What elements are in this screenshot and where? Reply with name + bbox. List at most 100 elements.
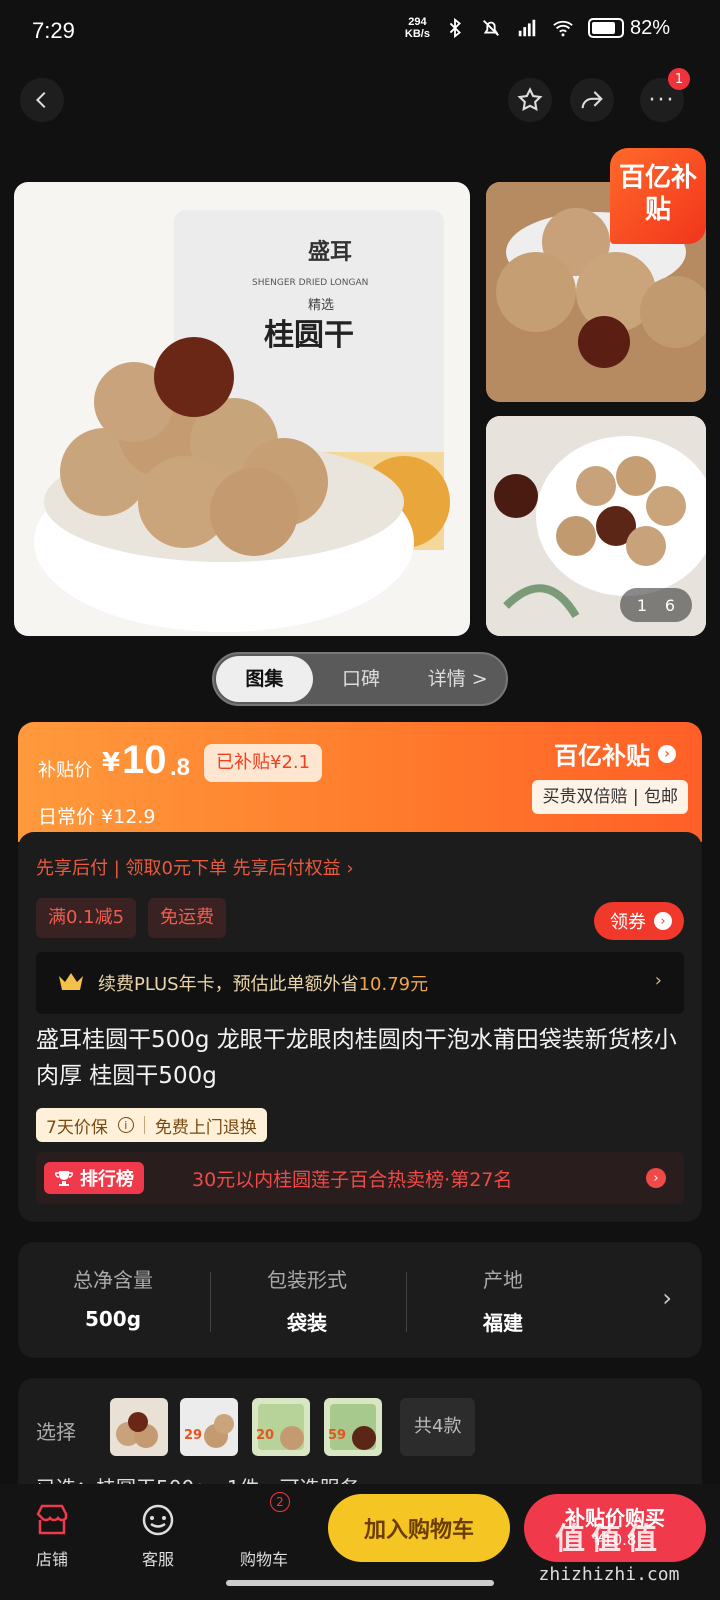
variant-select-card[interactable]: 选择 29 20 59 共4款 已选：桂圆干500g，1件，可选服务 xyxy=(18,1378,702,1498)
ranking-text: 30元以内桂圆莲子百合热卖榜·第27名 xyxy=(192,1169,513,1191)
spec-name: 包装形式 xyxy=(267,1268,347,1292)
double-pay-guarantee[interactable]: 买贵双倍赔 | 包邮 xyxy=(532,780,688,814)
watermark-logo: 值值值 xyxy=(555,1522,663,1557)
home-indicator[interactable] xyxy=(226,1580,494,1586)
tab-reviews[interactable]: 口碑 xyxy=(313,656,410,702)
spec-card[interactable]: 总净含量 500g 包装形式 袋装 产地 福建 › xyxy=(18,1242,702,1358)
net-speed: 294 KB/s xyxy=(405,16,430,40)
coupon-label: 领券 xyxy=(610,912,646,933)
price-banner: 补贴价 ¥ 10 .8 已补贴¥2.1 日常价 ¥12.9 百亿补贴 › 买贵双… xyxy=(18,722,702,842)
mute-icon xyxy=(482,20,499,36)
chevron-right-icon: › xyxy=(658,744,676,763)
share-button[interactable] xyxy=(570,78,614,122)
price-protection-tag: 7天价保 xyxy=(46,1117,108,1138)
main-product-image[interactable]: 桂圆干 盛耳 精选 SHENGER DRIED LONGAN xyxy=(14,182,470,636)
gallery-thumb-2[interactable]: 1 6 xyxy=(486,416,706,636)
customer-service-icon xyxy=(122,1500,194,1540)
tab-details[interactable]: 详情 > xyxy=(409,656,506,702)
page-current: 1 xyxy=(636,595,648,615)
price-integer: 10 xyxy=(122,738,167,782)
subsidy-program-logo: 百亿补贴 xyxy=(554,742,650,770)
plus-amount: 10.79元 xyxy=(358,974,429,995)
chevron-right-icon: › xyxy=(646,1168,666,1188)
trophy-icon xyxy=(55,1171,73,1186)
page-total: 6 xyxy=(664,595,676,615)
guarantee-tags[interactable]: 7天价保 i 免费上门退换 xyxy=(36,1108,267,1142)
ranking-tag: 排行榜 xyxy=(44,1162,144,1194)
crown-icon xyxy=(59,973,83,990)
favorite-button[interactable] xyxy=(508,78,552,122)
longan-thumb-image xyxy=(116,1412,158,1448)
chevron-right-icon: › xyxy=(654,912,672,930)
longan-package-image xyxy=(34,210,450,632)
store-button[interactable]: 店铺 xyxy=(16,1500,88,1570)
cart-button[interactable]: 2 购物车 xyxy=(228,1492,300,1570)
bluetooth-icon xyxy=(449,17,461,39)
ranking-tag-label: 排行榜 xyxy=(80,1169,134,1190)
cart-badge: 2 xyxy=(270,1492,290,1512)
share-icon xyxy=(581,91,603,109)
battery-percent: 82% xyxy=(629,16,670,39)
divider xyxy=(210,1272,211,1332)
package-en-text: SHENGER DRIED LONGAN xyxy=(252,278,369,288)
battery-fill xyxy=(591,22,615,34)
back-button[interactable] xyxy=(20,78,64,122)
package-title: 桂圆干 xyxy=(264,318,354,353)
subsidy-program-link[interactable]: 百亿补贴 › xyxy=(554,736,676,771)
variant-price: 59 xyxy=(328,1428,347,1443)
net-speed-value: 294 xyxy=(408,16,427,28)
cart-icon: 2 xyxy=(228,1492,300,1540)
divider xyxy=(143,1116,145,1134)
more-dots-icon: ··· xyxy=(648,87,676,113)
status-time: 7:29 xyxy=(32,18,75,43)
battery: 82% xyxy=(587,16,670,40)
variant-price: 29 xyxy=(184,1428,203,1443)
price-currency: ¥ xyxy=(102,748,121,778)
chevron-right-icon: › xyxy=(662,1284,672,1312)
longan-thumb-image xyxy=(204,1414,234,1448)
price-label: 补贴价 xyxy=(38,760,92,781)
spec-name: 产地 xyxy=(483,1268,523,1292)
spec-net-weight: 总净含量 500g xyxy=(18,1264,208,1331)
store-label: 店铺 xyxy=(35,1550,68,1569)
tab-gallery[interactable]: 图集 xyxy=(216,656,313,702)
chevron-right-icon: › xyxy=(654,970,662,991)
plus-membership-bar[interactable]: 续费PLUS年卡，预估此单额外省10.79元 › xyxy=(36,952,684,1014)
ranking-bar[interactable]: 排行榜 30元以内桂圆莲子百合热卖榜·第27名 › xyxy=(36,1152,684,1204)
variant-price: 20 xyxy=(256,1428,275,1443)
service-label: 客服 xyxy=(141,1550,174,1569)
spec-value: 袋装 xyxy=(287,1311,327,1335)
net-speed-unit: KB/s xyxy=(404,28,430,40)
free-shipping-chip: 免运费 xyxy=(148,898,226,938)
status-bar: 7:29 294 KB/s 82% xyxy=(0,0,720,64)
store-icon xyxy=(16,1500,88,1540)
free-return-tag: 免费上门退换 xyxy=(154,1117,257,1138)
product-info-card: 先享后付 | 领取0元下单 先享后付权益 › 满0.1减5 免运费 领券 › 续… xyxy=(18,832,702,1222)
add-to-cart-button[interactable]: 加入购物车 xyxy=(328,1494,510,1562)
select-label: 选择 xyxy=(36,1420,76,1444)
more-button[interactable]: ··· 1 xyxy=(640,68,690,122)
longan-thumb-image xyxy=(330,1404,376,1450)
variant-thumb-2[interactable]: 29 xyxy=(180,1398,238,1456)
spec-origin: 产地 福建 xyxy=(408,1264,598,1336)
variant-thumb-3[interactable]: 20 xyxy=(252,1398,310,1456)
battery-icon xyxy=(587,18,624,38)
product-title: 盛耳桂圆干500g 龙眼干龙眼肉桂圆肉干泡水莆田袋装新货核小肉厚 桂圆干500g xyxy=(36,1027,677,1089)
more-badge: 1 xyxy=(668,68,690,90)
plus-prefix: 续费PLUS年卡，预估此单额外省 xyxy=(98,974,359,995)
spec-packaging: 包装形式 袋装 xyxy=(212,1264,402,1336)
wifi-icon xyxy=(553,20,573,37)
subsidized-amount-tag: 已补贴¥2.1 xyxy=(204,744,323,782)
spec-name: 总净含量 xyxy=(73,1268,153,1292)
price-decimal: .8 xyxy=(170,754,191,781)
variant-thumb-1[interactable] xyxy=(110,1398,168,1456)
variant-total-count[interactable]: 共4款 xyxy=(400,1398,476,1456)
customer-service-button[interactable]: 客服 xyxy=(122,1500,194,1570)
divider xyxy=(406,1272,407,1332)
variant-thumb-4[interactable]: 59 xyxy=(324,1398,382,1456)
get-coupon-button[interactable]: 领券 › xyxy=(594,902,684,940)
package-brand: 盛耳 xyxy=(308,240,353,265)
pay-later-link[interactable]: 先享后付 | 领取0元下单 先享后付权益 › xyxy=(36,854,354,880)
spec-value: 500g xyxy=(84,1307,142,1331)
discount-chip: 满0.1减5 xyxy=(36,898,137,938)
